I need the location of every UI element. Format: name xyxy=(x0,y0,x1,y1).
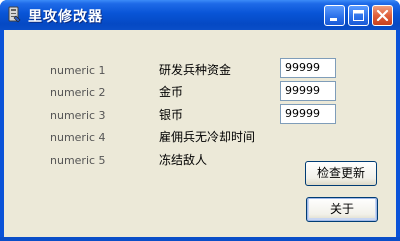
window-bottom-border xyxy=(0,237,400,241)
row-3-label: numeric 3 xyxy=(50,109,106,122)
row-5-label: numeric 5 xyxy=(50,154,106,167)
row-1-value-input[interactable]: 99999 xyxy=(280,58,336,78)
close-icon xyxy=(376,9,389,22)
close-button[interactable] xyxy=(372,5,393,26)
check-update-button[interactable]: 检查更新 xyxy=(305,161,377,186)
row-4-label: numeric 4 xyxy=(50,131,106,144)
row-2-description[interactable]: 金币 xyxy=(159,83,183,100)
maximize-button[interactable] xyxy=(348,5,369,26)
row-3-value-input[interactable]: 99999 xyxy=(280,104,336,124)
app-icon xyxy=(8,6,21,23)
title-bar[interactable]: 里攻修改器 xyxy=(0,0,400,30)
row-1-label: numeric 1 xyxy=(50,64,106,77)
app-window: 里攻修改器 numeric 1 研发兵种资金 99999 numeric 2 金… xyxy=(0,0,400,241)
client-area: numeric 1 研发兵种资金 99999 numeric 2 金币 9999… xyxy=(4,30,396,237)
minimize-button[interactable] xyxy=(324,5,345,26)
about-button[interactable]: 关于 xyxy=(306,197,378,222)
row-4-description[interactable]: 雇佣兵无冷却时间 xyxy=(159,128,255,145)
row-3-description[interactable]: 银币 xyxy=(159,106,183,123)
window-title: 里攻修改器 xyxy=(28,9,103,25)
row-2-value-input[interactable]: 99999 xyxy=(280,81,336,101)
minimize-icon xyxy=(330,18,337,21)
row-5-description[interactable]: 冻结敌人 xyxy=(159,151,207,168)
row-2-label: numeric 2 xyxy=(50,86,106,99)
maximize-icon xyxy=(353,10,364,21)
row-1-description[interactable]: 研发兵种资金 xyxy=(159,61,231,78)
